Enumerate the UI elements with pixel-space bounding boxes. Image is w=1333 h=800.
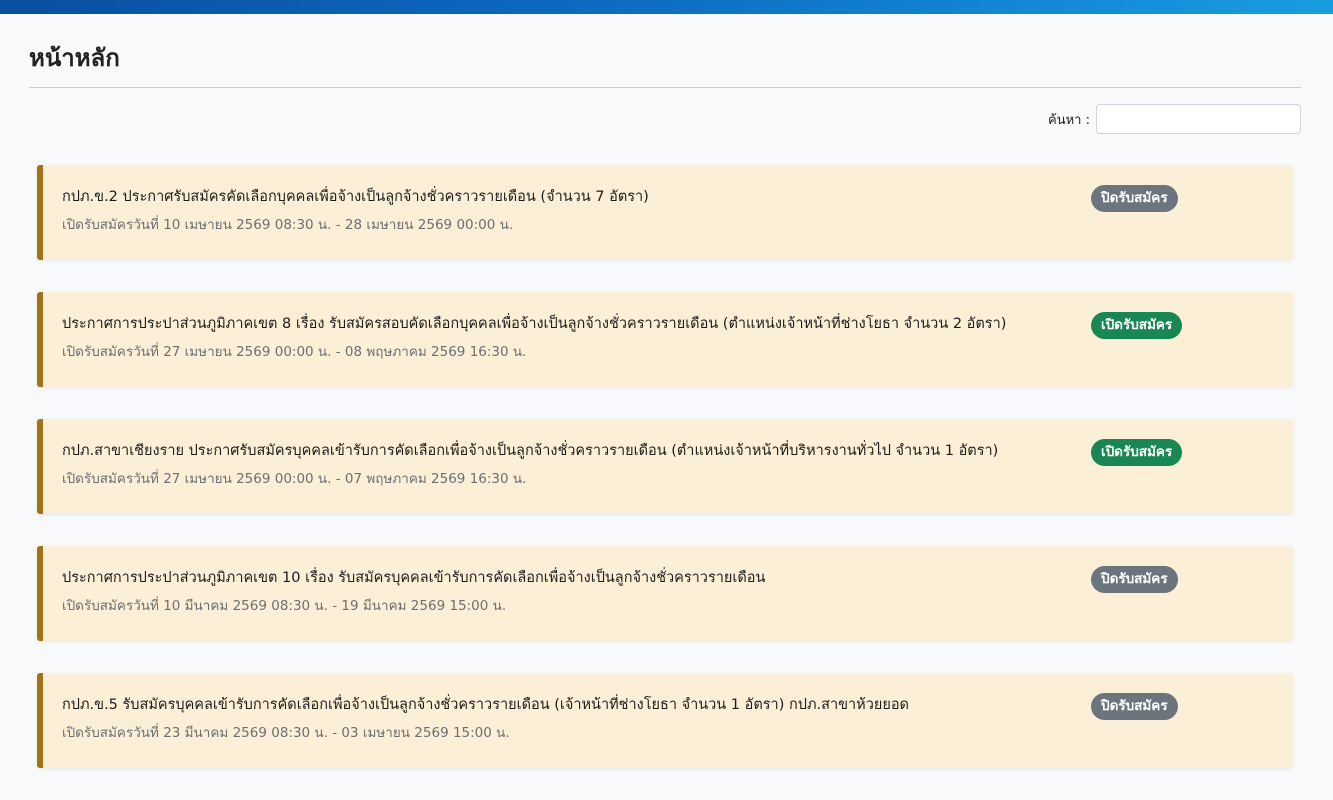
announcement-title[interactable]: กปภ.สาขาเชียงราย ประกาศรับสมัครบุคคลเข้า… (62, 439, 1082, 462)
announcement-title[interactable]: ประกาศการประปาส่วนภูมิภาคเขต 10 เรื่อง ร… (62, 566, 1082, 589)
announcement-date: เปิดรับสมัครวันที่ 23 มีนาคม 2569 08:30 … (62, 725, 510, 741)
status-badge: ปิดรับสมัคร (1091, 566, 1178, 593)
announcement-date: เปิดรับสมัครวันที่ 10 มีนาคม 2569 08:30 … (62, 598, 507, 614)
status-badge: เปิดรับสมัคร (1091, 312, 1183, 339)
announcement-title[interactable]: กปภ.ข.5 รับสมัครบุคคลเข้ารับการคัดเลือกเ… (62, 693, 1082, 716)
announcement-title[interactable]: กปภ.ข.2 ประกาศรับสมัครคัดเลือกบุคคลเพื่อ… (62, 185, 1082, 208)
status-badge: เปิดรับสมัคร (1091, 439, 1183, 466)
announcement-date: เปิดรับสมัครวันที่ 27 เมษายน 2569 00:00 … (62, 344, 527, 360)
status-badge: ปิดรับสมัคร (1091, 185, 1178, 212)
page-title: หน้าหลัก (29, 44, 120, 72)
search-bar: ค้นหา : (1048, 104, 1301, 134)
announcement-card[interactable]: ประกาศการประปาส่วนภูมิภาคเขต 10 เรื่อง ร… (37, 546, 1293, 641)
announcement-date: เปิดรับสมัครวันที่ 10 เมษายน 2569 08:30 … (62, 217, 514, 233)
search-input[interactable] (1096, 104, 1301, 134)
announcement-card[interactable]: ประกาศการประปาส่วนภูมิภาคเขต 8 เรื่อง รั… (37, 292, 1293, 387)
announcement-card[interactable]: กปภ.ข.2 ประกาศรับสมัครคัดเลือกบุคคลเพื่อ… (37, 165, 1293, 260)
search-label: ค้นหา : (1048, 112, 1090, 128)
announcement-card[interactable]: กปภ.สาขาเชียงราย ประกาศรับสมัครบุคคลเข้า… (37, 419, 1293, 514)
announcement-card[interactable]: กปภ.ข.5 รับสมัครบุคคลเข้ารับการคัดเลือกเ… (37, 673, 1293, 768)
announcement-date: เปิดรับสมัครวันที่ 27 เมษายน 2569 00:00 … (62, 471, 527, 487)
top-accent-bar (0, 0, 1333, 14)
announcement-list: กปภ.ข.2 ประกาศรับสมัครคัดเลือกบุคคลเพื่อ… (37, 165, 1293, 800)
status-badge: ปิดรับสมัคร (1091, 693, 1178, 720)
title-divider (29, 87, 1301, 88)
announcement-title[interactable]: ประกาศการประปาส่วนภูมิภาคเขต 8 เรื่อง รั… (62, 312, 1082, 335)
